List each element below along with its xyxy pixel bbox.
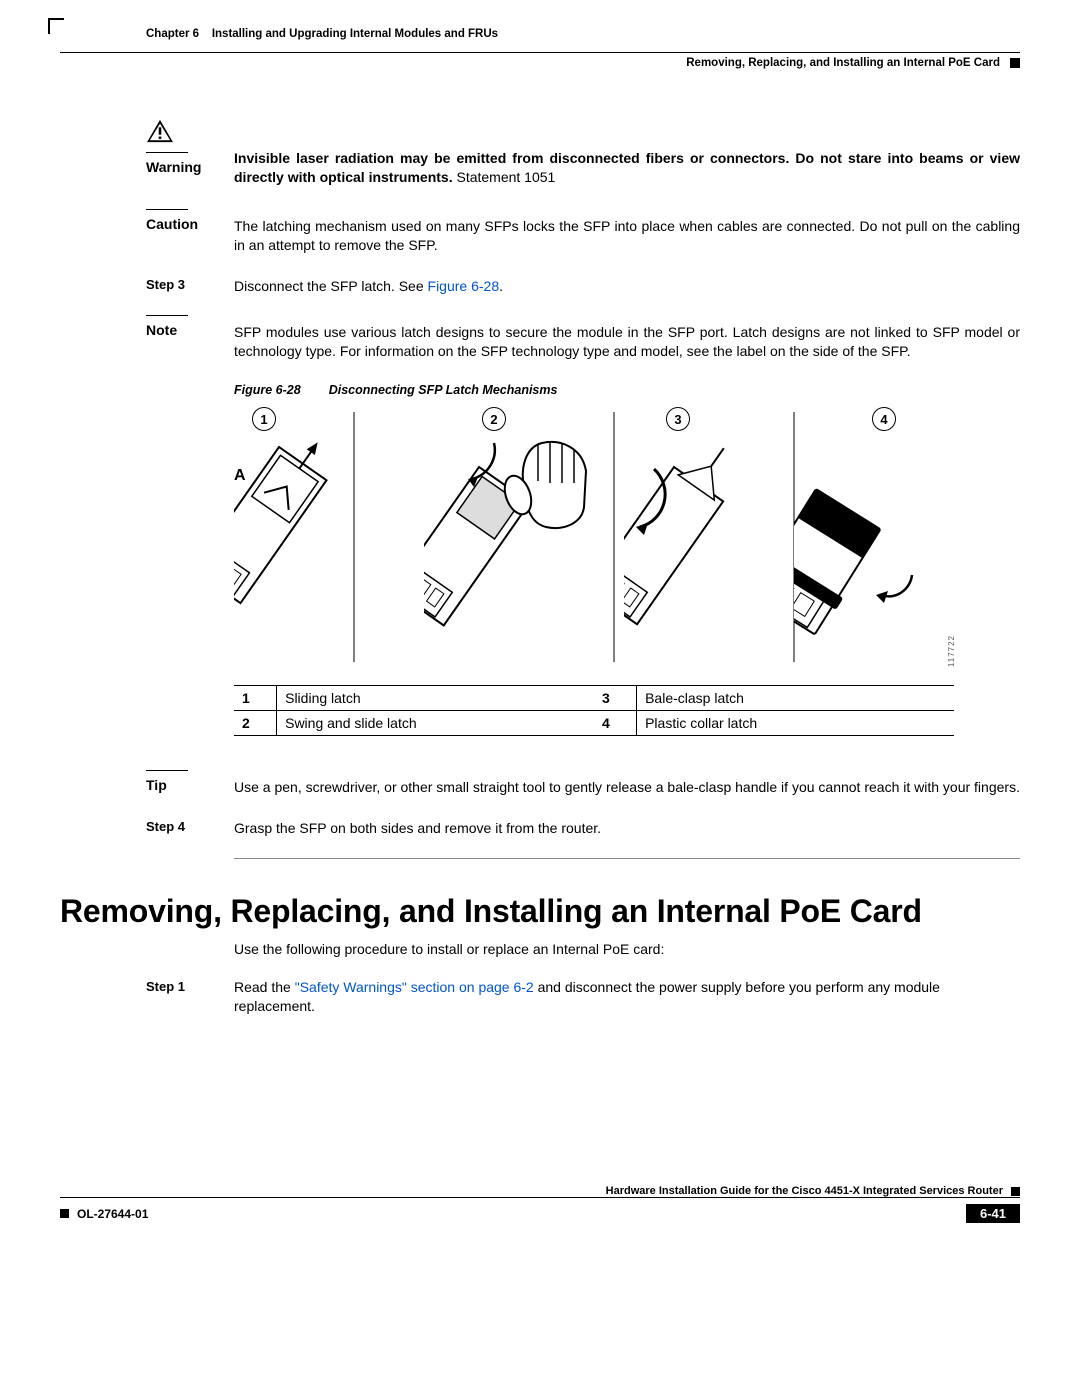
footer-marker bbox=[1011, 1187, 1020, 1196]
footer-marker bbox=[60, 1209, 69, 1218]
safety-warnings-link[interactable]: "Safety Warnings" section on page 6-2 bbox=[295, 979, 534, 995]
figure-link[interactable]: Figure 6-28 bbox=[428, 278, 500, 294]
warning-bold-text: Invisible laser radiation may be emitted… bbox=[234, 150, 1020, 185]
warning-block: Warning Invisible laser radiation may be… bbox=[146, 119, 1020, 187]
note-label: Note bbox=[146, 322, 177, 338]
caution-block: Caution The latching mechanism used on m… bbox=[146, 209, 1020, 255]
figure-6-28: 117722 1 A B bbox=[234, 407, 954, 667]
header-row-2: Removing, Replacing, and Installing an I… bbox=[60, 53, 1020, 69]
page-footer: Hardware Installation Guide for the Cisc… bbox=[60, 1185, 1020, 1223]
figure-legend-table: 1 Sliding latch 3 Bale-clasp latch 2 Swi… bbox=[234, 685, 954, 736]
warning-icon bbox=[146, 119, 174, 143]
tip-label: Tip bbox=[146, 777, 167, 793]
step-3: Step 3 Disconnect the SFP latch. See Fig… bbox=[146, 277, 1020, 296]
figure-caption: Figure 6-28 Disconnecting SFP Latch Mech… bbox=[234, 383, 1020, 397]
warning-label: Warning bbox=[146, 159, 201, 175]
page-number: 6-41 bbox=[966, 1204, 1020, 1223]
table-row: 2 Swing and slide latch 4 Plastic collar… bbox=[234, 711, 954, 736]
section-intro: Use the following procedure to install o… bbox=[234, 940, 1020, 960]
doc-id: OL-27644-01 bbox=[77, 1207, 148, 1221]
step-1: Step 1 Read the "Safety Warnings" sectio… bbox=[146, 978, 1020, 1016]
caution-label: Caution bbox=[146, 216, 198, 232]
header-marker bbox=[1010, 58, 1020, 68]
tip-text: Use a pen, screwdriver, or other small s… bbox=[234, 770, 1020, 797]
header-row-1: Chapter 6 Installing and Upgrading Inter… bbox=[60, 28, 1020, 42]
section-heading: Removing, Replacing, and Installing an I… bbox=[60, 893, 1020, 930]
warning-tail: Statement 1051 bbox=[453, 169, 556, 185]
tip-block: Tip Use a pen, screwdriver, or other sma… bbox=[146, 770, 1020, 797]
step-4: Step 4 Grasp the SFP on both sides and r… bbox=[146, 819, 1020, 838]
note-block: Note SFP modules use various latch desig… bbox=[146, 315, 1020, 361]
caution-text: The latching mechanism used on many SFPs… bbox=[234, 209, 1020, 255]
table-row: 1 Sliding latch 3 Bale-clasp latch bbox=[234, 686, 954, 711]
note-text: SFP modules use various latch designs to… bbox=[234, 315, 1020, 361]
